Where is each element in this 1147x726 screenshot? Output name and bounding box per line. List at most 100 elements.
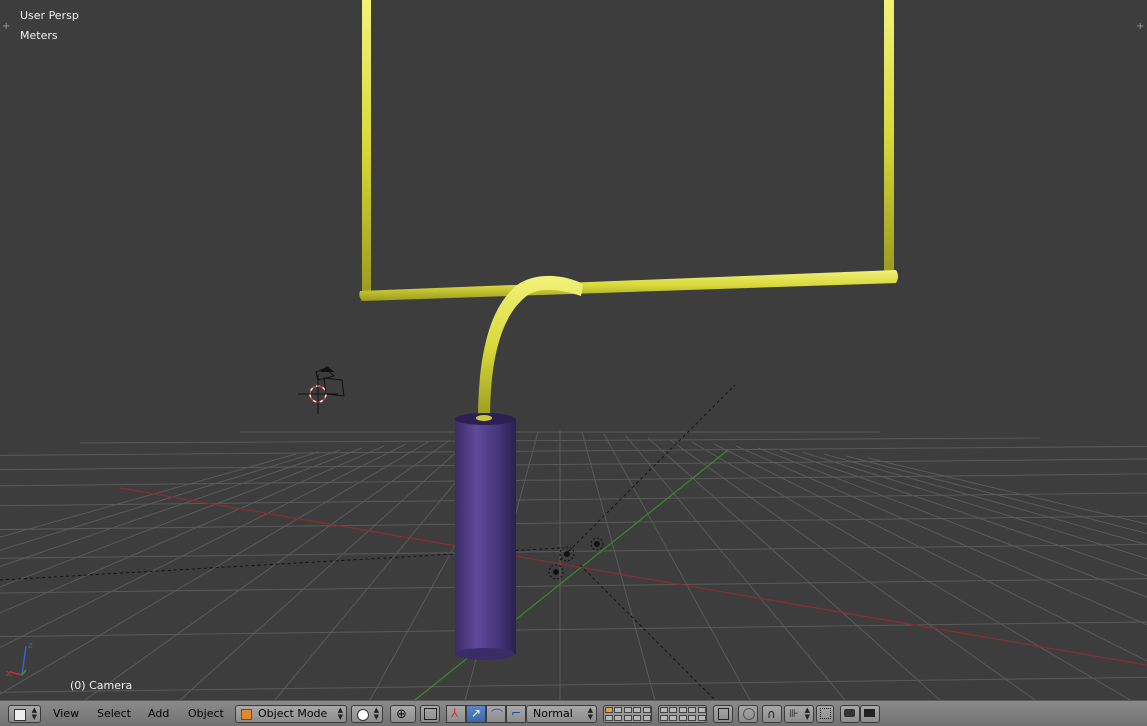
layer-toggle[interactable]: [660, 715, 668, 721]
snap-element-dropdown[interactable]: ⊪ ▲ ▼: [784, 705, 814, 723]
orientation-label: Normal: [533, 707, 573, 720]
grid-line: [0, 578, 1147, 594]
pivot-point-dropdown[interactable]: ⊕: [390, 705, 416, 723]
grid-line: [823, 453, 1147, 546]
viewport-shading-dropdown[interactable]: ▲ ▼: [351, 705, 383, 723]
grid-line: [0, 492, 1147, 507]
render-animation-button[interactable]: [860, 705, 880, 723]
layer-toggle[interactable]: [678, 715, 687, 721]
layer-toggle[interactable]: [688, 715, 697, 721]
dashed-guide-line: [559, 384, 736, 561]
left-upright[interactable]: [362, 0, 371, 294]
lock-camera-button[interactable]: [713, 705, 733, 723]
grid-line: [0, 451, 319, 551]
layer-toggle[interactable]: [614, 715, 623, 721]
proportional-edit-icon: [743, 708, 755, 720]
layer-block-2[interactable]: [658, 705, 707, 723]
svg-text:x: x: [6, 669, 12, 679]
scene-canvas[interactable]: z x: [0, 0, 1147, 700]
layer-toggle[interactable]: [605, 715, 613, 721]
layer-toggle[interactable]: [623, 715, 632, 721]
grid-line: [0, 441, 429, 695]
region-toggle-right-icon[interactable]: +: [1136, 22, 1146, 32]
cube-icon: [14, 709, 26, 721]
layer-toggle[interactable]: [697, 707, 706, 713]
layer-block-1[interactable]: [603, 705, 652, 723]
grid-line: [0, 473, 1147, 487]
manipulator-toggle[interactable]: ⅄: [446, 705, 466, 723]
layer-toggle[interactable]: [642, 707, 651, 713]
svg-text:z: z: [28, 641, 33, 651]
grid-line: [625, 435, 846, 700]
layer-toggle[interactable]: [669, 715, 678, 721]
layer-toggle[interactable]: [660, 707, 668, 713]
snap-toggle-button[interactable]: ∩: [762, 705, 782, 723]
clapperboard-icon: [864, 709, 875, 717]
layer-toggle[interactable]: [633, 707, 642, 713]
grid-line: [0, 621, 1147, 638]
grid-line: [0, 676, 1147, 693]
snap-increment-icon: ⊪: [789, 707, 799, 720]
region-toggle-left-icon[interactable]: +: [2, 22, 12, 32]
grid-line: [757, 447, 1147, 598]
layer-toggle[interactable]: [623, 707, 632, 713]
x-axis-line: [119, 487, 1147, 666]
units-label: Meters: [20, 29, 58, 42]
object-menu[interactable]: Object: [188, 705, 224, 723]
camera-render-icon: [844, 709, 855, 717]
layer-toggle[interactable]: [697, 715, 706, 721]
grid-line: [0, 445, 1147, 456]
layer-toggle[interactable]: [669, 707, 678, 713]
layer-toggle[interactable]: [614, 707, 623, 713]
object-mode-icon: [241, 709, 252, 720]
view-menu[interactable]: View: [53, 705, 79, 723]
manipulate-centers-button[interactable]: [420, 705, 440, 723]
post-top-opening: [476, 415, 492, 421]
grid-line: [0, 458, 1147, 471]
add-menu[interactable]: Add: [148, 705, 169, 723]
grid-line: [0, 515, 1147, 531]
post-padding[interactable]: [455, 418, 516, 654]
floor-grid: [0, 430, 1147, 700]
rotate-arc-icon: ⌒: [491, 708, 504, 722]
scale-manipulator-button[interactable]: ⌐: [506, 705, 526, 723]
editor-type-button[interactable]: ▲ ▼: [8, 705, 41, 723]
layer-toggle[interactable]: [678, 707, 687, 713]
layer-toggle[interactable]: [642, 715, 651, 721]
layer-toggle[interactable]: [633, 715, 642, 721]
rotate-manipulator-button[interactable]: ⌒: [486, 705, 506, 723]
select-menu[interactable]: Select: [97, 705, 131, 723]
solid-shading-icon: [357, 709, 369, 721]
proportional-edit-button[interactable]: [738, 705, 758, 723]
render-image-button[interactable]: [840, 705, 860, 723]
mode-dropdown[interactable]: Object Mode ▲ ▼: [235, 705, 347, 723]
grid-line: [735, 445, 1147, 626]
manipulate-centers-icon: [424, 708, 437, 720]
transform-orientation-dropdown[interactable]: Normal ▲ ▼: [526, 705, 597, 723]
grid-line: [691, 441, 1131, 700]
translate-manipulator-button[interactable]: ↗: [466, 705, 486, 723]
magnet-icon: ∩: [767, 707, 776, 721]
translate-arrow-icon: ↗: [471, 706, 482, 720]
post-padding-bottom: [455, 648, 515, 660]
viewport-header: ▲ ▼ View Select Add Object Object Mode ▲ ▼…: [0, 700, 1147, 726]
view-name-label: User Persp: [20, 9, 79, 22]
grid-line: [779, 449, 1147, 577]
3d-viewport[interactable]: z x User Persp Meters (0) Camera + +: [0, 0, 1147, 700]
grid-line: [669, 439, 1036, 700]
layer-toggle[interactable]: [605, 707, 613, 713]
grid-line: [845, 455, 1147, 534]
right-upright[interactable]: [884, 0, 894, 274]
layer-toggle[interactable]: [688, 707, 697, 713]
snap-target-button[interactable]: [816, 705, 834, 723]
grid-line: [581, 431, 656, 700]
axis-gizmo: z x: [6, 641, 33, 679]
pivot-point-icon: ⊕: [396, 707, 407, 722]
snap-target-icon: [820, 708, 831, 719]
camera-object[interactable]: [315, 366, 345, 397]
grid-line: [179, 437, 473, 700]
scale-icon: ⌐: [511, 706, 522, 720]
gooseneck-post[interactable]: [478, 275, 583, 420]
lamp-object[interactable]: [548, 537, 604, 580]
crossbar[interactable]: [359, 270, 898, 301]
